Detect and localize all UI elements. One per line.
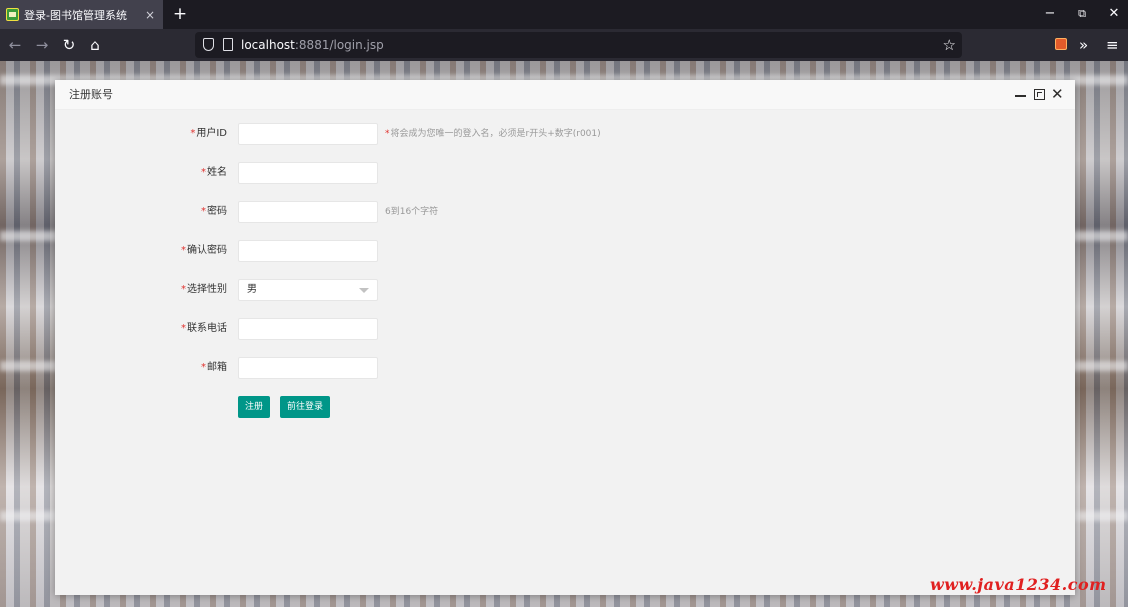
dialog-title: 注册账号 xyxy=(69,88,113,101)
minimize-window-icon[interactable]: − xyxy=(1042,4,1058,24)
tab-bar: 登录-图书馆管理系统 × + − ⧉ ✕ xyxy=(0,0,1128,29)
required-mark: * xyxy=(201,167,206,178)
email-label: *邮箱 xyxy=(201,357,227,379)
extension-icon[interactable] xyxy=(1055,38,1067,50)
email-label-text: 邮箱 xyxy=(207,362,227,373)
form-row-password: *密码 6到16个字符 xyxy=(55,201,1075,223)
phone-label: *联系电话 xyxy=(181,318,227,340)
user-id-input[interactable] xyxy=(238,123,378,145)
star-icon[interactable]: ☆ xyxy=(943,32,956,58)
confirm-password-label-text: 确认密码 xyxy=(187,245,227,256)
password-label-text: 密码 xyxy=(207,206,227,217)
phone-label-text: 联系电话 xyxy=(187,323,227,334)
page-icon[interactable] xyxy=(223,38,233,51)
form-row-gender: *选择性别 男 xyxy=(55,279,1075,301)
required-mark: * xyxy=(181,284,186,295)
user-id-hint-text: 将会成为您唯一的登入名，必须是r开头+数字(r001) xyxy=(390,129,601,139)
url-host: localhost xyxy=(241,38,295,52)
form-row-phone: *联系电话 xyxy=(55,318,1075,340)
password-hint: 6到16个字符 xyxy=(385,207,439,217)
form-row-confirm-password: *确认密码 xyxy=(55,240,1075,262)
form-buttons: 注册 前往登录 xyxy=(55,396,1075,418)
overflow-icon[interactable]: » xyxy=(1079,34,1088,56)
close-icon[interactable]: ✕ xyxy=(1051,86,1064,103)
url-bar[interactable]: localhost:8881/login.jsp ☆ xyxy=(195,32,962,58)
shield-icon[interactable] xyxy=(203,38,214,51)
close-window-icon[interactable]: ✕ xyxy=(1106,4,1122,24)
form-row-name: *姓名 xyxy=(55,162,1075,184)
home-icon[interactable]: ⌂ xyxy=(84,34,106,56)
password-label: *密码 xyxy=(201,201,227,223)
register-button[interactable]: 注册 xyxy=(238,396,270,418)
maximize-icon[interactable] xyxy=(1034,89,1045,100)
favicon-icon xyxy=(6,8,19,21)
gender-select[interactable]: 男 xyxy=(238,279,378,301)
form-row-user-id: *用户ID *将会成为您唯一的登入名，必须是r开头+数字(r001) xyxy=(55,123,1075,145)
password-input[interactable] xyxy=(238,201,378,223)
gender-selected-value: 男 xyxy=(247,284,257,295)
url-path: :8881/login.jsp xyxy=(294,38,384,52)
new-tab-button[interactable]: + xyxy=(170,4,190,24)
name-label: *姓名 xyxy=(201,162,227,184)
confirm-password-input[interactable] xyxy=(238,240,378,262)
gender-label-text: 选择性别 xyxy=(187,284,227,295)
watermark: www.java1234.com xyxy=(930,575,1107,594)
user-id-label: *用户ID xyxy=(190,123,227,145)
confirm-password-label: *确认密码 xyxy=(181,240,227,262)
tab-title: 登录-图书馆管理系统 xyxy=(24,8,127,22)
navigation-bar: ← → ↻ ⌂ localhost:8881/login.jsp ☆ » ≡ xyxy=(0,29,1128,61)
minimize-icon[interactable] xyxy=(1015,95,1026,97)
required-mark: * xyxy=(190,128,196,139)
user-id-hint: *将会成为您唯一的登入名，必须是r开头+数字(r001) xyxy=(385,123,601,145)
required-mark: * xyxy=(181,245,186,256)
required-mark: * xyxy=(181,323,186,334)
phone-input[interactable] xyxy=(238,318,378,340)
form-row-email: *邮箱 xyxy=(55,357,1075,379)
chevron-down-icon xyxy=(359,288,369,293)
gender-label: *选择性别 xyxy=(181,279,227,301)
required-mark: * xyxy=(385,129,390,139)
dialog-header[interactable]: 注册账号 ✕ xyxy=(55,80,1075,110)
email-input[interactable] xyxy=(238,357,378,379)
reload-icon[interactable]: ↻ xyxy=(58,34,80,56)
restore-window-icon[interactable]: ⧉ xyxy=(1074,4,1090,24)
name-input[interactable] xyxy=(238,162,378,184)
name-label-text: 姓名 xyxy=(207,167,227,178)
back-icon[interactable]: ← xyxy=(4,34,26,56)
register-dialog: 注册账号 ✕ *用户ID *将会成为您唯一的登入名，必须是r开头+数字(r001… xyxy=(55,80,1075,595)
forward-icon[interactable]: → xyxy=(31,34,53,56)
browser-tab[interactable]: 登录-图书馆管理系统 × xyxy=(0,0,163,29)
url-text[interactable]: localhost:8881/login.jsp xyxy=(241,32,384,58)
required-mark: * xyxy=(201,206,206,217)
go-login-button[interactable]: 前往登录 xyxy=(280,396,330,418)
user-id-label-text: 用户ID xyxy=(196,128,227,139)
required-mark: * xyxy=(201,362,206,373)
menu-icon[interactable]: ≡ xyxy=(1106,34,1119,56)
tab-close-icon[interactable]: × xyxy=(143,8,157,22)
